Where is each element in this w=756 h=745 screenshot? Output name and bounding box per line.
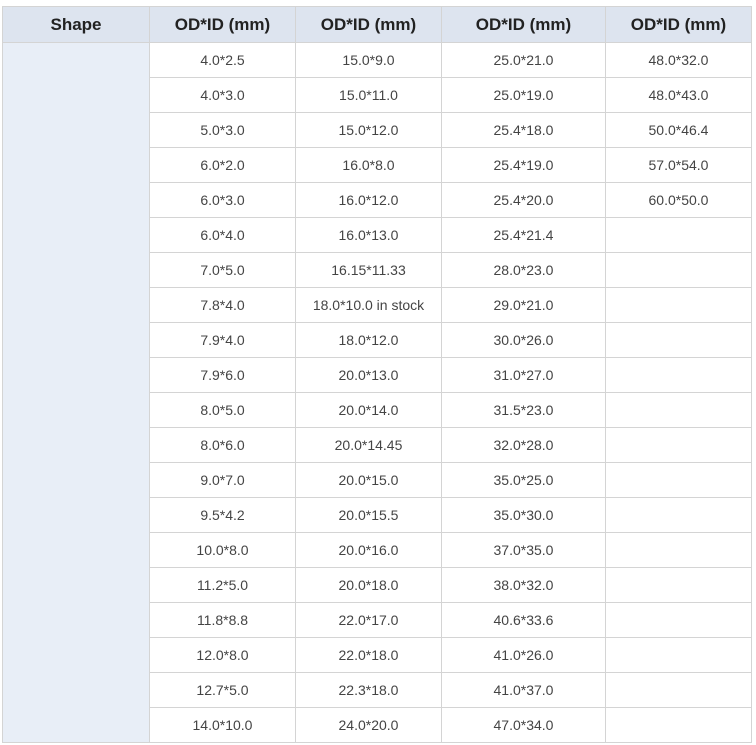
size-cell: 60.0*50.0 xyxy=(605,182,752,218)
size-cell: 29.0*21.0 xyxy=(441,287,606,323)
size-cell: 16.15*11.33 xyxy=(295,252,442,288)
size-cell xyxy=(605,252,752,288)
size-cell xyxy=(605,602,752,638)
size-table: Shape OD*ID (mm) OD*ID (mm) OD*ID (mm) O… xyxy=(2,6,752,743)
size-cell: 5.0*3.0 xyxy=(149,112,296,148)
size-cell: 20.0*14.0 xyxy=(295,392,442,428)
size-cell: 57.0*54.0 xyxy=(605,147,752,183)
size-cell: 32.0*28.0 xyxy=(441,427,606,463)
size-cell: 16.0*13.0 xyxy=(295,217,442,253)
table-body: 4.0*2.5 15.0*9.0 25.0*21.0 48.0*32.0 4.0*3.0… xyxy=(2,42,752,743)
size-cell: 41.0*26.0 xyxy=(441,637,606,673)
header-od-id-4: OD*ID (mm) xyxy=(605,6,752,43)
size-cell: 48.0*43.0 xyxy=(605,77,752,113)
size-cell xyxy=(605,427,752,463)
size-cell: 12.7*5.0 xyxy=(149,672,296,708)
size-cell xyxy=(605,357,752,393)
size-cell: 7.0*5.0 xyxy=(149,252,296,288)
size-cell: 8.0*6.0 xyxy=(149,427,296,463)
size-cell xyxy=(605,217,752,253)
size-cell: 50.0*46.4 xyxy=(605,112,752,148)
shape-cell xyxy=(2,42,150,743)
table-row: 4.0*2.5 15.0*9.0 25.0*21.0 48.0*32.0 xyxy=(2,42,752,743)
size-cell: 47.0*34.0 xyxy=(441,707,606,743)
size-cell: 16.0*8.0 xyxy=(295,147,442,183)
size-cell: 7.8*4.0 xyxy=(149,287,296,323)
size-cell: 6.0*3.0 xyxy=(149,182,296,218)
size-cell xyxy=(605,392,752,428)
size-cell: 28.0*23.0 xyxy=(441,252,606,288)
size-cell: 20.0*15.5 xyxy=(295,497,442,533)
size-cell xyxy=(605,287,752,323)
size-cell: 20.0*13.0 xyxy=(295,357,442,393)
size-cell: 18.0*10.0 in stock xyxy=(295,287,442,323)
size-cell: 48.0*32.0 xyxy=(605,42,752,78)
size-cell xyxy=(605,672,752,708)
header-od-id-1: OD*ID (mm) xyxy=(149,6,296,43)
size-cell xyxy=(605,322,752,358)
size-cell: 25.4*21.4 xyxy=(441,217,606,253)
size-cell: 40.6*33.6 xyxy=(441,602,606,638)
size-cell: 22.0*18.0 xyxy=(295,637,442,673)
size-cell: 25.4*18.0 xyxy=(441,112,606,148)
size-cell: 4.0*2.5 xyxy=(149,42,296,78)
size-cell: 11.8*8.8 xyxy=(149,602,296,638)
size-cell: 4.0*3.0 xyxy=(149,77,296,113)
size-cell xyxy=(605,637,752,673)
size-cell: 37.0*35.0 xyxy=(441,532,606,568)
size-cell: 15.0*11.0 xyxy=(295,77,442,113)
size-cell: 6.0*2.0 xyxy=(149,147,296,183)
size-cell: 35.0*30.0 xyxy=(441,497,606,533)
size-cell: 10.0*8.0 xyxy=(149,532,296,568)
size-cell: 20.0*15.0 xyxy=(295,462,442,498)
size-cell: 9.5*4.2 xyxy=(149,497,296,533)
size-cell: 9.0*7.0 xyxy=(149,462,296,498)
header-od-id-2: OD*ID (mm) xyxy=(295,6,442,43)
size-cell: 25.0*21.0 xyxy=(441,42,606,78)
size-cell: 22.0*17.0 xyxy=(295,602,442,638)
size-cell: 20.0*18.0 xyxy=(295,567,442,603)
size-cell: 24.0*20.0 xyxy=(295,707,442,743)
size-cell: 38.0*32.0 xyxy=(441,567,606,603)
header-shape: Shape xyxy=(2,6,150,43)
size-cell xyxy=(605,497,752,533)
size-cell: 14.0*10.0 xyxy=(149,707,296,743)
size-cell: 12.0*8.0 xyxy=(149,637,296,673)
size-cell: 6.0*4.0 xyxy=(149,217,296,253)
size-cell: 16.0*12.0 xyxy=(295,182,442,218)
size-cell: 15.0*9.0 xyxy=(295,42,442,78)
size-cell: 30.0*26.0 xyxy=(441,322,606,358)
size-cell: 25.0*19.0 xyxy=(441,77,606,113)
size-cell xyxy=(605,532,752,568)
size-cell: 20.0*14.45 xyxy=(295,427,442,463)
size-cell: 7.9*6.0 xyxy=(149,357,296,393)
size-cell: 31.5*23.0 xyxy=(441,392,606,428)
size-cell: 11.2*5.0 xyxy=(149,567,296,603)
size-cell: 35.0*25.0 xyxy=(441,462,606,498)
size-cell xyxy=(605,567,752,603)
size-cell: 15.0*12.0 xyxy=(295,112,442,148)
size-cell: 8.0*5.0 xyxy=(149,392,296,428)
size-cell: 31.0*27.0 xyxy=(441,357,606,393)
size-cell: 7.9*4.0 xyxy=(149,322,296,358)
header-od-id-3: OD*ID (mm) xyxy=(441,6,606,43)
size-cell xyxy=(605,707,752,743)
size-cell: 18.0*12.0 xyxy=(295,322,442,358)
size-cell: 25.4*20.0 xyxy=(441,182,606,218)
size-cell: 41.0*37.0 xyxy=(441,672,606,708)
size-cell: 22.3*18.0 xyxy=(295,672,442,708)
header-row: Shape OD*ID (mm) OD*ID (mm) OD*ID (mm) O… xyxy=(2,6,752,43)
size-cell: 20.0*16.0 xyxy=(295,532,442,568)
table-container: Shape OD*ID (mm) OD*ID (mm) OD*ID (mm) O… xyxy=(2,6,752,743)
size-cell: 25.4*19.0 xyxy=(441,147,606,183)
size-cell xyxy=(605,462,752,498)
